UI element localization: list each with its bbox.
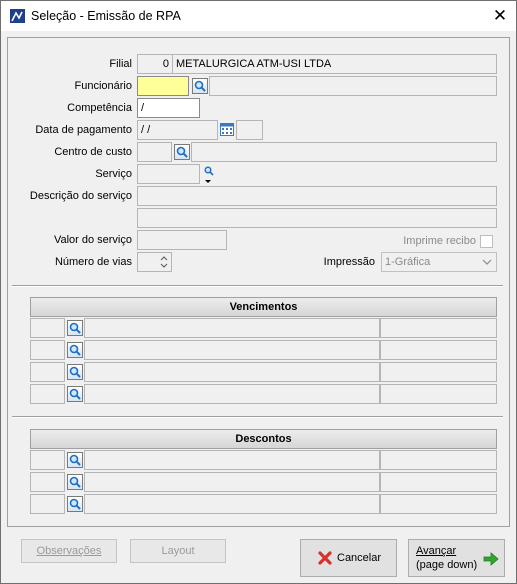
descontos-header: Descontos bbox=[30, 429, 497, 449]
funcionario-lookup-icon[interactable] bbox=[192, 78, 208, 94]
layout-button[interactable]: Layout bbox=[130, 539, 226, 563]
imprime-recibo-label: Imprime recibo bbox=[403, 235, 476, 247]
avancar-shortcut-label: (page down) bbox=[416, 559, 478, 571]
window-title: Seleção - Emissão de RPA bbox=[31, 9, 181, 23]
chevron-down-icon bbox=[482, 259, 492, 265]
descricao-servico-line2-field[interactable] bbox=[137, 208, 497, 228]
vencimentos-lookup-icon[interactable] bbox=[67, 386, 83, 402]
servico-label: Serviço bbox=[95, 168, 132, 180]
filial-name-field: METALURGICA ATM-USI LTDA bbox=[172, 54, 497, 74]
filial-code-field: 0 bbox=[137, 54, 173, 74]
imprime-recibo-checkbox[interactable] bbox=[480, 235, 493, 248]
vencimentos-row-value[interactable] bbox=[380, 318, 497, 338]
valor-servico-input[interactable] bbox=[137, 230, 227, 250]
filial-label: Filial bbox=[109, 58, 132, 70]
descontos-row-code[interactable] bbox=[30, 472, 65, 492]
separator-middle bbox=[12, 416, 503, 418]
vencimentos-row-code[interactable] bbox=[30, 318, 65, 338]
servico-input[interactable] bbox=[137, 164, 200, 184]
vencimentos-row-value[interactable] bbox=[380, 384, 497, 404]
vencimentos-row-description bbox=[84, 362, 380, 382]
descontos-row-description bbox=[84, 472, 380, 492]
vencimentos-row-code[interactable] bbox=[30, 362, 65, 382]
descricao-servico-label: Descrição do serviço bbox=[29, 190, 132, 202]
observacoes-button[interactable]: Observações bbox=[21, 539, 117, 563]
vencimentos-row-value[interactable] bbox=[380, 340, 497, 360]
descontos-row-code[interactable] bbox=[30, 494, 65, 514]
app-logo-icon bbox=[10, 9, 25, 23]
vencimentos-row-code[interactable] bbox=[30, 384, 65, 404]
descricao-servico-line1-field[interactable] bbox=[137, 186, 497, 206]
descontos-lookup-icon[interactable] bbox=[67, 474, 83, 490]
descontos-row-value[interactable] bbox=[380, 472, 497, 492]
vencimentos-row-description bbox=[84, 318, 380, 338]
servico-search-dropdown-icon[interactable] bbox=[203, 165, 215, 185]
valor-servico-label: Valor do serviço bbox=[53, 234, 132, 246]
vencimentos-lookup-icon[interactable] bbox=[67, 342, 83, 358]
competencia-input[interactable]: / bbox=[137, 98, 200, 118]
descontos-row-description bbox=[84, 494, 380, 514]
impressao-label: Impressão bbox=[323, 256, 375, 268]
descontos-row-code[interactable] bbox=[30, 450, 65, 470]
vencimentos-row-description bbox=[84, 384, 380, 404]
funcionario-description-field bbox=[209, 76, 497, 96]
impressao-selected-value: 1-Gráfica bbox=[385, 256, 431, 268]
data-pagamento-extra-field bbox=[236, 120, 263, 140]
data-pagamento-label: Data de pagamento bbox=[35, 124, 132, 136]
data-pagamento-input[interactable]: / / bbox=[137, 120, 218, 140]
competencia-label: Competência bbox=[67, 102, 132, 114]
descontos-row-value[interactable] bbox=[380, 450, 497, 470]
descontos-lookup-icon[interactable] bbox=[67, 496, 83, 512]
separator-top bbox=[12, 285, 503, 287]
vencimentos-lookup-icon[interactable] bbox=[67, 320, 83, 336]
close-icon[interactable]: ✕ bbox=[486, 4, 514, 28]
avancar-label: Avançar bbox=[416, 545, 457, 557]
numero-vias-spinner[interactable] bbox=[137, 252, 172, 272]
spinner-arrows-icon[interactable] bbox=[158, 254, 170, 270]
arrow-right-icon bbox=[483, 552, 499, 566]
vencimentos-header: Vencimentos bbox=[30, 297, 497, 317]
descontos-lookup-icon[interactable] bbox=[67, 452, 83, 468]
centro-custo-input[interactable] bbox=[137, 142, 172, 162]
vencimentos-row-description bbox=[84, 340, 380, 360]
funcionario-label: Funcionário bbox=[74, 80, 132, 92]
vencimentos-row-code[interactable] bbox=[30, 340, 65, 360]
calendar-icon[interactable] bbox=[220, 122, 234, 136]
centro-custo-lookup-icon[interactable] bbox=[174, 144, 190, 160]
cancelar-label: Cancelar bbox=[337, 552, 382, 564]
avancar-button[interactable]: Avançar (page down) bbox=[408, 539, 505, 577]
centro-custo-description-field bbox=[191, 142, 497, 162]
impressao-select[interactable]: 1-Gráfica bbox=[381, 252, 497, 272]
vencimentos-row-value[interactable] bbox=[380, 362, 497, 382]
centro-custo-label: Centro de custo bbox=[54, 146, 132, 158]
vencimentos-lookup-icon[interactable] bbox=[67, 364, 83, 380]
descontos-row-value[interactable] bbox=[380, 494, 497, 514]
cancel-x-icon bbox=[318, 551, 332, 565]
descontos-row-description bbox=[84, 450, 380, 470]
funcionario-input[interactable] bbox=[137, 76, 189, 96]
cancelar-button[interactable]: Cancelar bbox=[300, 539, 397, 577]
numero-vias-label: Número de vias bbox=[54, 256, 132, 268]
